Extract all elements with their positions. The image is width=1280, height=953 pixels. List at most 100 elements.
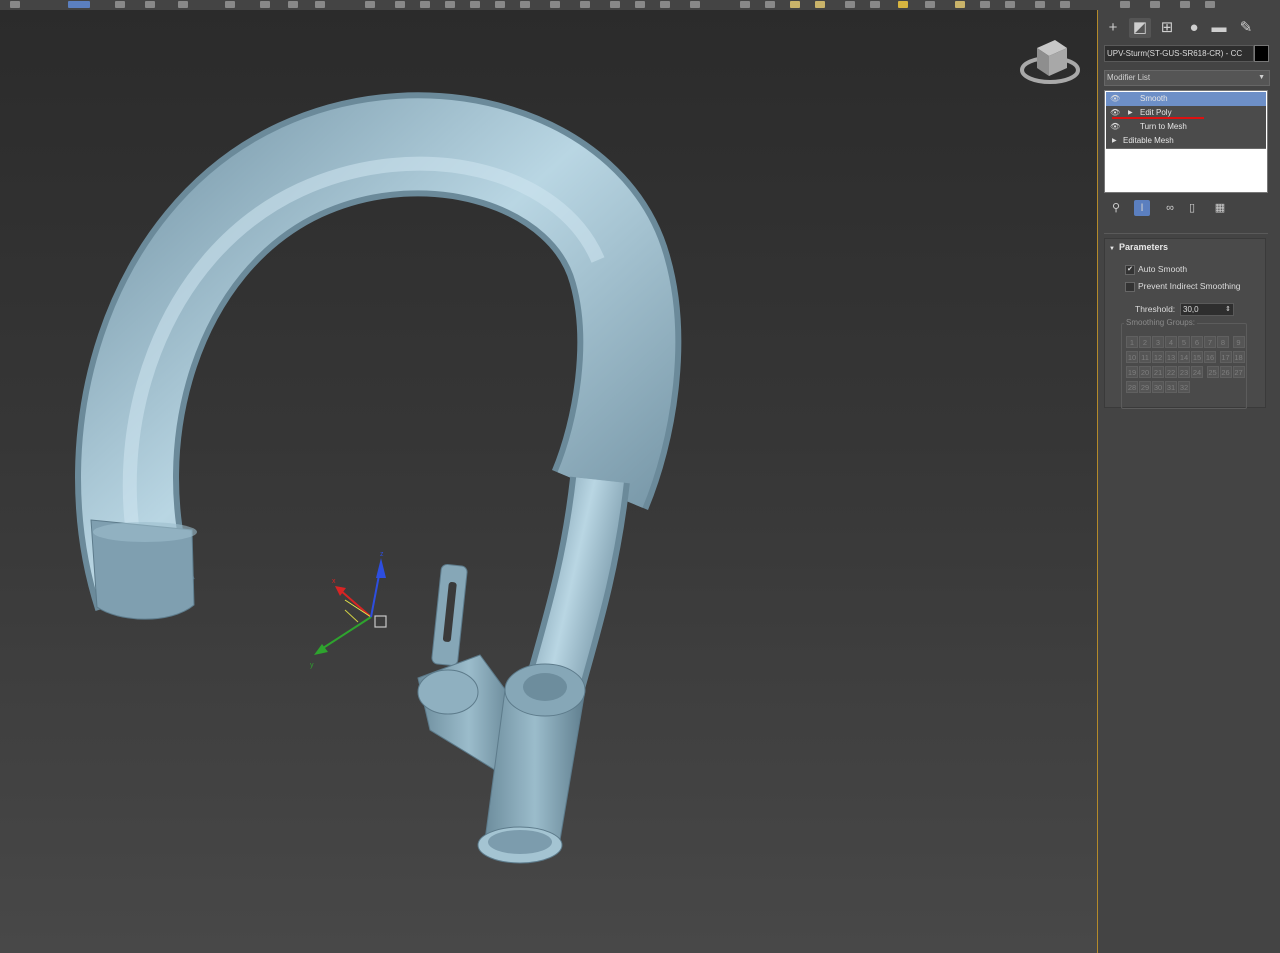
smoothing-group-button: 18 <box>1232 351 1245 363</box>
smoothing-group-button: 3 <box>1152 336 1164 348</box>
toolbar-button[interactable] <box>1120 1 1130 8</box>
perspective-viewport[interactable]: x y z <box>0 10 1098 953</box>
toolbar-button[interactable] <box>445 1 455 8</box>
smoothing-group-button: 26 <box>1219 366 1232 378</box>
smoothing-group-button: 27 <box>1232 366 1245 378</box>
threshold-value: 30,0 <box>1183 305 1199 314</box>
annotation-red-underline <box>1112 117 1204 119</box>
smoothing-group-button: 17 <box>1219 351 1232 363</box>
smoothing-group-button: 28 <box>1126 381 1138 393</box>
create-tab-icon[interactable]: + <box>1102 18 1124 38</box>
smoothing-group-button: 12 <box>1152 351 1164 363</box>
toolbar-button[interactable] <box>115 1 125 8</box>
toolbar-button[interactable] <box>1180 1 1190 8</box>
toolbar-button[interactable] <box>225 1 235 8</box>
toolbar-button[interactable] <box>740 1 750 8</box>
stack-item-label: Editable Mesh <box>1123 136 1174 145</box>
toolbar-button[interactable] <box>520 1 530 8</box>
prevent-indirect-smoothing-checkbox[interactable] <box>1125 282 1135 292</box>
axis-label-x: x <box>332 578 336 585</box>
toolbar-button[interactable] <box>178 1 188 8</box>
toolbar-button[interactable] <box>790 1 800 8</box>
axis-label-z: z <box>380 551 384 558</box>
modifier-stack-tools: ⚲ I ∞ ▯ ▦ <box>1106 200 1266 218</box>
smoothing-group-button: 25 <box>1206 366 1219 378</box>
toolbar-button[interactable] <box>315 1 325 8</box>
toolbar-button[interactable] <box>690 1 700 8</box>
toolbar-button[interactable] <box>870 1 880 8</box>
auto-smooth-checkbox[interactable]: ✔ <box>1125 265 1135 275</box>
toolbar-button[interactable] <box>365 1 375 8</box>
make-unique-icon[interactable]: ∞ <box>1162 200 1178 216</box>
smoothing-group-button: 14 <box>1178 351 1190 363</box>
faucet-model[interactable] <box>75 92 682 864</box>
toolbar-button[interactable] <box>980 1 990 8</box>
toolbar-button[interactable] <box>10 1 20 8</box>
stack-item-smooth[interactable]: 👁 Smooth <box>1106 92 1266 107</box>
toolbar-button[interactable] <box>660 1 670 8</box>
transform-gizmo[interactable] <box>314 558 387 655</box>
smoothing-group-button: 30 <box>1152 381 1164 393</box>
toolbar-button[interactable] <box>955 1 965 8</box>
eye-icon[interactable]: 👁 <box>1110 92 1120 106</box>
toolbar-button[interactable] <box>815 1 825 8</box>
toolbar-button-active[interactable] <box>68 1 90 8</box>
toolbar-button[interactable] <box>1150 1 1160 8</box>
hierarchy-tab-icon[interactable]: ⊞ <box>1156 18 1178 38</box>
toolbar-button[interactable] <box>1205 1 1215 8</box>
object-name-field[interactable]: UPV-Sturm(ST-GUS-SR618-CR) - CC <box>1104 45 1254 62</box>
stack-item-label: Smooth <box>1140 94 1168 103</box>
utilities-tab-icon[interactable]: ✎ <box>1235 18 1257 38</box>
viewcube[interactable] <box>1020 40 1080 84</box>
rollout-title: Parameters <box>1118 242 1168 252</box>
smoothing-group-button: 9 <box>1232 336 1245 348</box>
display-tab-icon[interactable]: ▬ <box>1208 18 1230 38</box>
remove-modifier-icon[interactable]: ▯ <box>1184 200 1200 216</box>
threshold-label: Threshold: <box>1135 304 1176 314</box>
smoothing-group-button: 1 <box>1126 336 1138 348</box>
spinner-arrows-icon[interactable]: ⇕ <box>1225 304 1231 315</box>
toolbar-button[interactable] <box>420 1 430 8</box>
toolbar-button[interactable] <box>495 1 505 8</box>
toolbar-button[interactable] <box>260 1 270 8</box>
modifier-stack[interactable]: 👁 Smooth 👁 ▶ Edit Poly 👁 Turn to Mesh ▶ … <box>1104 90 1268 193</box>
toolbar-button[interactable] <box>610 1 620 8</box>
stack-item-editable-mesh[interactable]: ▶ Editable Mesh <box>1106 134 1266 149</box>
rollout-header[interactable]: ▼ Parameters <box>1109 242 1168 252</box>
toolbar-button[interactable] <box>580 1 590 8</box>
smoothing-group-button: 10 <box>1126 351 1138 363</box>
object-color-swatch[interactable] <box>1254 45 1269 62</box>
toolbar-button[interactable] <box>288 1 298 8</box>
smoothing-group-button: 24 <box>1191 366 1203 378</box>
smoothing-group-button: 8 <box>1217 336 1229 348</box>
pin-stack-icon[interactable]: ⚲ <box>1108 200 1124 216</box>
dropdown-arrow-icon: ▼ <box>1258 74 1265 81</box>
toolbar-button[interactable] <box>898 1 908 8</box>
eye-icon[interactable]: 👁 <box>1110 120 1120 134</box>
toolbar-button[interactable] <box>1060 1 1070 8</box>
modifier-list-dropdown[interactable]: Modifier List ▼ <box>1104 70 1270 86</box>
toolbar-button[interactable] <box>1035 1 1045 8</box>
configure-modifier-sets-icon[interactable]: ▦ <box>1212 200 1228 216</box>
expand-triangle-icon[interactable]: ▶ <box>1112 134 1117 148</box>
toolbar-button[interactable] <box>635 1 645 8</box>
toolbar-button[interactable] <box>470 1 480 8</box>
motion-tab-icon[interactable]: ● <box>1183 18 1205 38</box>
show-end-result-icon[interactable]: I <box>1134 200 1150 216</box>
smoothing-group-button: 16 <box>1204 351 1216 363</box>
command-panel-tabs: + ◩ ⊞ ● ▬ ✎ <box>1098 16 1280 40</box>
toolbar-button[interactable] <box>925 1 935 8</box>
smoothing-group-button: 13 <box>1165 351 1177 363</box>
toolbar-button[interactable] <box>550 1 560 8</box>
stack-item-turn-to-mesh[interactable]: 👁 Turn to Mesh <box>1106 120 1266 135</box>
auto-smooth-label: Auto Smooth <box>1138 264 1188 274</box>
toolbar-button[interactable] <box>845 1 855 8</box>
modify-tab-icon[interactable]: ◩ <box>1129 18 1151 38</box>
panel-divider <box>1104 233 1268 234</box>
toolbar-button[interactable] <box>395 1 405 8</box>
toolbar-button[interactable] <box>1005 1 1015 8</box>
axis-label-y: y <box>310 662 314 669</box>
toolbar-button[interactable] <box>765 1 775 8</box>
toolbar-button[interactable] <box>145 1 155 8</box>
threshold-spinner[interactable]: 30,0 ⇕ <box>1180 303 1234 316</box>
